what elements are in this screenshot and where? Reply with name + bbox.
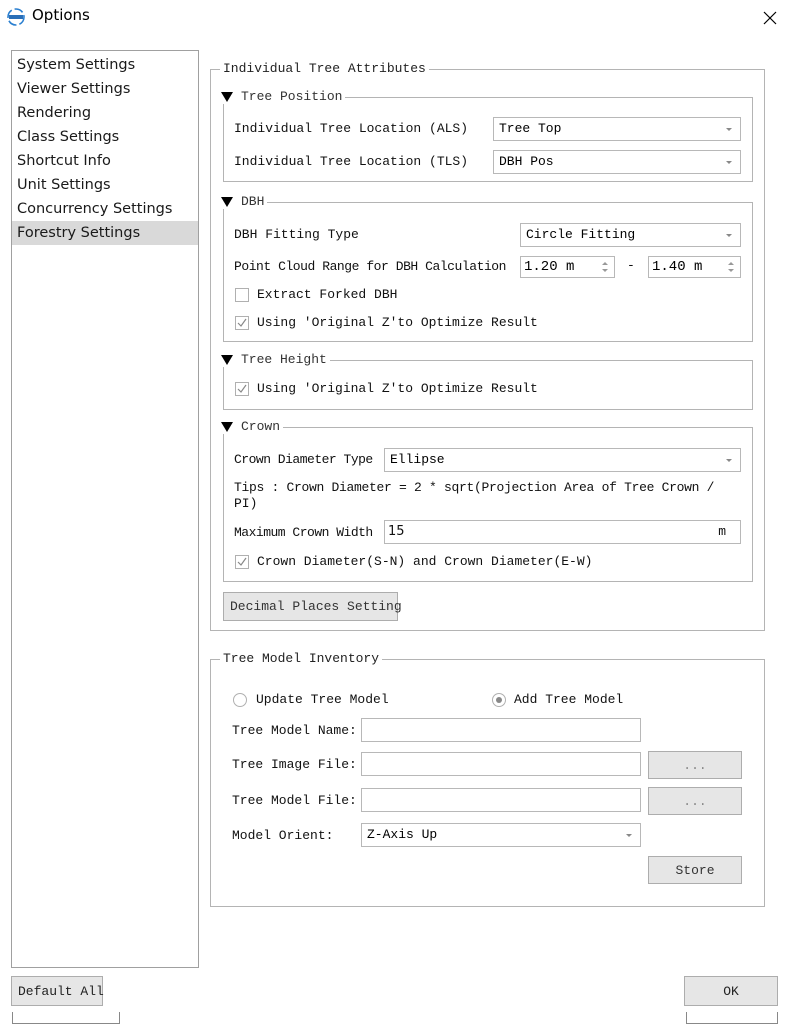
dbh-range-separator: - <box>627 258 635 273</box>
height-original-z-checkbox[interactable] <box>235 382 249 396</box>
spin-down-icon[interactable] <box>728 269 734 272</box>
dbh-range-min-spinbox[interactable]: 1.20 m <box>520 256 615 278</box>
dbh-range-min-value: 1.20 m <box>524 259 575 275</box>
store-button[interactable]: Store <box>648 856 742 884</box>
tree-position-group: Tree Position Individual Tree Location (… <box>221 89 753 182</box>
individual-tree-attributes-group: Individual Tree Attributes Tree Position… <box>210 61 765 631</box>
crown-tips-line2: PI) <box>234 496 258 511</box>
crown-diameter-type-value: Ellipse <box>390 452 445 467</box>
model-orient-value: Z-Axis Up <box>367 827 438 842</box>
radio-selected-dot <box>496 697 502 703</box>
crown-sn-ew-label: Crown Diameter(S-N) and Crown Diameter(E… <box>257 554 593 569</box>
model-orient-label: Model Orient: <box>232 828 334 843</box>
tree-height-group: Tree Height Using 'Original Z'to Optimiz… <box>221 352 753 410</box>
tls-location-dropdown[interactable]: DBH Pos <box>493 150 741 174</box>
tls-location-value: DBH Pos <box>499 154 554 169</box>
tree-position-title: Tree Position <box>241 89 343 104</box>
dbh-fitting-type-dropdown[interactable]: Circle Fitting <box>520 223 741 247</box>
dbh-group: DBH DBH Fitting Type Circle Fitting Poin… <box>221 194 753 342</box>
dbh-fitting-type-value: Circle Fitting <box>526 227 636 242</box>
add-tree-model-label: Add Tree Model <box>514 692 624 707</box>
tree-image-file-label: Tree Image File: <box>232 757 357 772</box>
sidebar-item-shortcut-info[interactable]: Shortcut Info <box>12 149 198 173</box>
spin-down-icon[interactable] <box>602 269 608 272</box>
checkmark-icon <box>237 557 247 566</box>
spin-up-icon[interactable] <box>602 262 608 265</box>
extract-forked-dbh-checkbox[interactable] <box>235 288 249 302</box>
sidebar-item-concurrency-settings[interactable]: Concurrency Settings <box>12 197 198 221</box>
max-crown-width-unit: m <box>718 524 726 539</box>
collapse-triangle-icon[interactable] <box>221 196 233 207</box>
spin-up-icon[interactable] <box>728 262 734 265</box>
footer-ghost-artifact-left <box>12 1012 120 1024</box>
dbh-range-max-spinbox[interactable]: 1.40 m <box>648 256 741 278</box>
title-bar: Options <box>0 0 790 36</box>
crown-diameter-type-dropdown[interactable]: Ellipse <box>384 448 741 472</box>
tree-model-file-label: Tree Model File: <box>232 793 357 808</box>
footer-ghost-artifact-right <box>686 1012 778 1024</box>
tree-position-header[interactable]: Tree Position <box>221 89 346 104</box>
sidebar-item-viewer-settings[interactable]: Viewer Settings <box>12 77 198 101</box>
collapse-triangle-icon[interactable] <box>221 354 233 365</box>
dbh-range-label: Point Cloud Range for DBH Calculation <box>234 259 506 274</box>
dbh-header[interactable]: DBH <box>221 194 268 209</box>
dbh-fitting-type-label: DBH Fitting Type <box>234 227 359 242</box>
crown-group: Crown Crown Diameter Type Ellipse Tips :… <box>221 419 753 582</box>
extract-forked-dbh-label: Extract Forked DBH <box>257 287 398 302</box>
max-crown-width-input[interactable]: 15 m <box>384 520 741 544</box>
chevron-down-icon <box>626 834 632 837</box>
default-all-button[interactable]: Default All <box>11 976 104 1006</box>
checkmark-icon <box>237 384 247 393</box>
dbh-original-z-label: Using 'Original Z'to Optimize Result <box>257 315 538 330</box>
tree-model-name-label: Tree Model Name: <box>232 723 357 738</box>
crown-tips-line1: Tips : Crown Diameter = 2 * sqrt(Project… <box>234 480 715 495</box>
chevron-down-icon <box>726 128 732 131</box>
update-tree-model-radio[interactable] <box>233 693 247 707</box>
max-crown-width-value: 15 <box>388 524 405 539</box>
ok-button[interactable]: OK <box>684 976 778 1006</box>
height-original-z-label: Using 'Original Z'to Optimize Result <box>257 381 538 396</box>
app-logo-icon <box>7 8 25 26</box>
dbh-original-z-checkbox[interactable] <box>235 316 249 330</box>
settings-category-list: System Settings Viewer Settings Renderin… <box>11 50 199 968</box>
crown-diameter-type-label: Crown Diameter Type <box>234 452 373 467</box>
tree-image-file-input[interactable] <box>361 752 641 776</box>
tree-height-header[interactable]: Tree Height <box>221 352 330 367</box>
add-tree-model-radio[interactable] <box>492 693 506 707</box>
sidebar-item-rendering[interactable]: Rendering <box>12 101 198 125</box>
individual-tree-attributes-title: Individual Tree Attributes <box>220 61 429 76</box>
als-location-label: Individual Tree Location (ALS) <box>234 121 469 136</box>
dbh-range-max-value: 1.40 m <box>652 259 703 275</box>
decimal-places-setting-button[interactable]: Decimal Places Setting <box>223 592 402 621</box>
dbh-title: DBH <box>241 194 265 209</box>
browse-model-file-button[interactable]: ... <box>648 787 742 815</box>
browse-image-file-button[interactable]: ... <box>648 751 742 779</box>
model-orient-dropdown[interactable]: Z-Axis Up <box>361 823 641 847</box>
collapse-triangle-icon[interactable] <box>221 421 233 432</box>
chevron-down-icon <box>726 161 732 164</box>
sidebar-item-class-settings[interactable]: Class Settings <box>12 125 198 149</box>
tls-location-label: Individual Tree Location (TLS) <box>234 154 469 169</box>
crown-sn-ew-checkbox[interactable] <box>235 555 249 569</box>
chevron-down-icon <box>726 459 732 462</box>
sidebar-item-forestry-settings[interactable]: Forestry Settings <box>12 221 198 245</box>
update-tree-model-label: Update Tree Model <box>256 692 389 707</box>
tree-model-inventory-title: Tree Model Inventory <box>220 651 383 666</box>
als-location-value: Tree Top <box>499 121 562 136</box>
crown-title: Crown <box>241 419 281 434</box>
max-crown-width-label: Maximum Crown Width <box>234 525 373 540</box>
checkmark-icon <box>237 318 247 327</box>
window-title: Options <box>32 6 90 24</box>
sidebar-item-unit-settings[interactable]: Unit Settings <box>12 173 198 197</box>
crown-header[interactable]: Crown <box>221 419 284 434</box>
sidebar-item-system-settings[interactable]: System Settings <box>12 53 198 77</box>
close-icon[interactable] <box>760 8 780 28</box>
als-location-dropdown[interactable]: Tree Top <box>493 117 741 141</box>
chevron-down-icon <box>726 234 732 237</box>
tree-model-file-input[interactable] <box>361 788 641 812</box>
tree-height-title: Tree Height <box>241 352 327 367</box>
tree-model-inventory-group: Tree Model Inventory Update Tree Model A… <box>210 651 765 907</box>
collapse-triangle-icon[interactable] <box>221 91 233 102</box>
tree-model-name-input[interactable] <box>361 718 641 742</box>
